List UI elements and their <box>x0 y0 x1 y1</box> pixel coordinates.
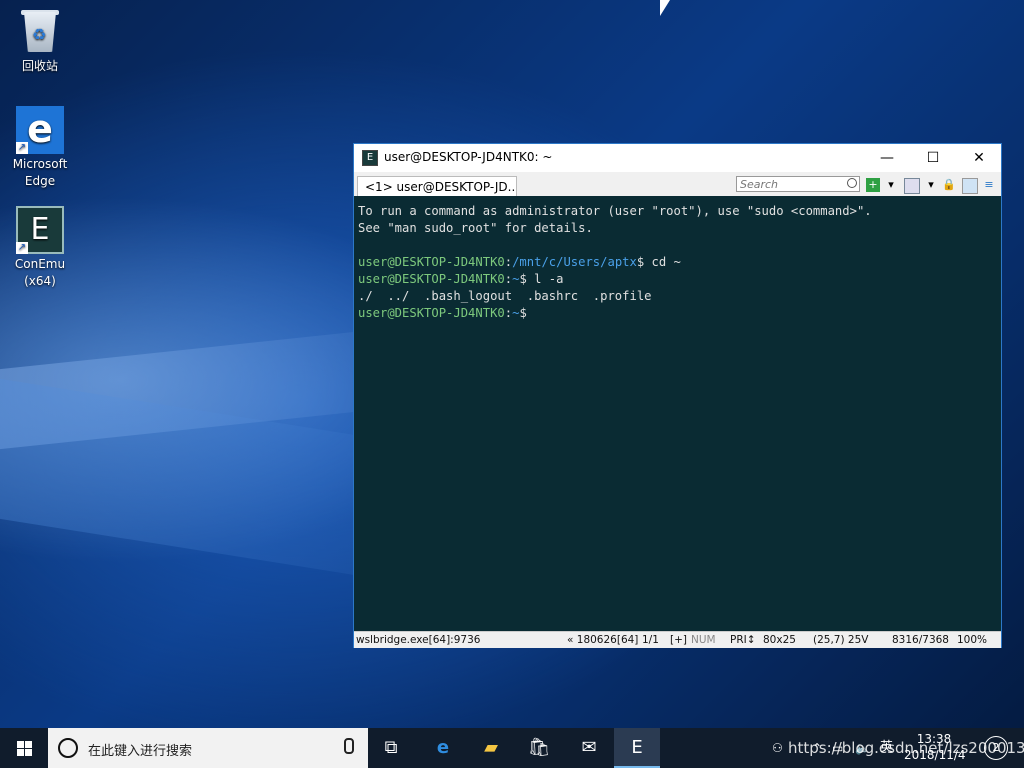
prompt-user: user@DESKTOP-JD4NTK0 <box>358 255 505 269</box>
chevron-down-icon[interactable]: ▾ <box>924 178 938 192</box>
mouse-pointer-icon <box>660 0 670 16</box>
prompt-colon: : <box>504 272 513 286</box>
lock-icon[interactable]: 🔒 <box>942 178 956 192</box>
status-process[interactable]: wslbridge.exe[64]:9736 <box>356 632 480 648</box>
status-size[interactable]: 80x25 <box>763 632 796 648</box>
prompt-command: $ l -a <box>519 272 564 286</box>
taskbar-search[interactable]: 在此键入进行搜索 <box>48 728 368 768</box>
file-explorer-icon[interactable]: ▰ <box>468 728 514 768</box>
edge-taskbar-icon[interactable]: e <box>420 728 466 768</box>
status-bar: wslbridge.exe[64]:9736 « 180626[64] 1/1 … <box>354 631 1001 648</box>
search-icon <box>847 178 857 188</box>
people-icon[interactable]: ⚇ <box>772 728 783 768</box>
terminal-line: See "man sudo_root" for details. <box>358 221 593 235</box>
status-buffer[interactable]: 8316/7368 <box>892 632 949 648</box>
shortcut-arrow-icon: ↗ <box>16 242 28 254</box>
conemu-taskbar-icon[interactable]: E <box>614 728 660 768</box>
status-plus[interactable]: [+] <box>670 632 687 648</box>
close-button[interactable]: ✕ <box>956 144 1002 172</box>
desktop-icon-label: ConEmu (x64) <box>14 257 66 288</box>
conemu-app-icon[interactable]: E <box>362 150 378 166</box>
recycle-bin-icon: ♻ <box>16 8 64 56</box>
prompt-command: $ cd ~ <box>636 255 681 269</box>
desktop-icon-label: Microsoft Edge <box>12 157 68 188</box>
cortana-icon <box>58 738 78 758</box>
prompt-user: user@DESKTOP-JD4NTK0 <box>358 306 505 320</box>
status-cursor[interactable]: (25,7) 25V <box>813 632 868 648</box>
taskbar-search-placeholder: 在此键入进行搜索 <box>88 744 193 759</box>
search-input[interactable]: Search <box>736 176 860 192</box>
task-view-icon[interactable]: ⧉ <box>368 728 414 768</box>
desktop-icon-conemu[interactable]: E ↗ ConEmu (x64) <box>8 206 72 290</box>
menu-icon[interactable]: ≡ <box>982 178 996 192</box>
minimize-button[interactable]: — <box>864 144 910 172</box>
store-icon[interactable]: 🛍 <box>516 728 562 768</box>
prompt-user: user@DESKTOP-JD4NTK0 <box>358 272 505 286</box>
terminal-line: To run a command as administrator (user … <box>358 204 872 218</box>
console-tab[interactable]: <1> user@DESKTOP-JD... <box>357 176 517 196</box>
mail-icon[interactable]: ✉ <box>566 728 612 768</box>
terminal-output[interactable]: To run a command as administrator (user … <box>354 196 1001 631</box>
search-placeholder: Search <box>740 178 779 191</box>
maximize-button[interactable]: ☐ <box>910 144 956 172</box>
window-titlebar[interactable]: E user@DESKTOP-JD4NTK0: ~ — ☐ ✕ <box>354 144 1001 172</box>
prompt-colon: : <box>504 255 513 269</box>
edge-icon: e ↗ <box>16 106 64 154</box>
shortcut-arrow-icon: ↗ <box>16 142 28 154</box>
prompt-command: $ <box>519 306 527 320</box>
conemu-window[interactable]: E user@DESKTOP-JD4NTK0: ~ — ☐ ✕ <1> user… <box>353 143 1002 648</box>
prompt-colon: : <box>504 306 513 320</box>
terminal-line: ./ ../ .bash_logout .bashrc .profile <box>358 289 652 303</box>
panel-toggle-icon[interactable] <box>962 178 978 194</box>
window-title: user@DESKTOP-JD4NTK0: ~ <box>384 150 553 164</box>
prompt-path: /mnt/c/Users/aptx <box>512 255 637 269</box>
chevron-down-icon[interactable]: ▾ <box>884 178 898 192</box>
start-button[interactable] <box>0 728 48 768</box>
status-page[interactable]: 1/1 <box>642 632 659 648</box>
desktop-icon-edge[interactable]: e ↗ Microsoft Edge <box>8 106 72 190</box>
conemu-icon: E ↗ <box>16 206 64 254</box>
desktop-icon-label: 回收站 <box>21 59 58 73</box>
window-toolbar: <1> user@DESKTOP-JD... Search + ▾ ▾ 🔒 ≡ <box>354 172 1001 196</box>
desktop-icon-recycle-bin[interactable]: ♻ 回收站 <box>8 8 72 75</box>
microphone-icon[interactable] <box>344 738 354 754</box>
status-num[interactable]: NUM <box>691 632 716 648</box>
status-zoom[interactable]: 100% <box>957 632 987 648</box>
watermark-text: https://blog.csdn.net/lzs2000131 <box>788 739 1024 757</box>
layout-icon[interactable] <box>904 178 920 194</box>
new-console-icon[interactable]: + <box>866 178 880 192</box>
status-pri[interactable]: PRI↕ <box>730 632 756 648</box>
status-pid[interactable]: « 180626[64] <box>567 632 638 648</box>
